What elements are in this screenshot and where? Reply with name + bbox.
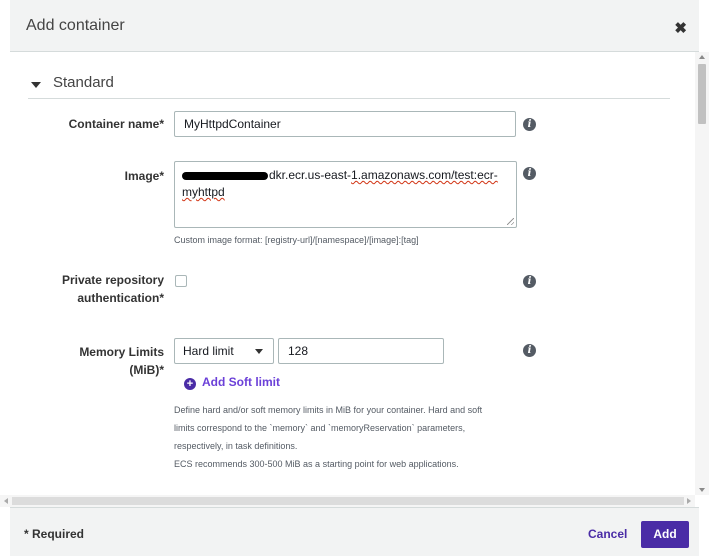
redacted-block — [182, 171, 268, 180]
private-repo-checkbox[interactable] — [175, 275, 187, 287]
memory-help-line3: respectively, in task definitions. — [174, 441, 298, 451]
arrow-down-icon[interactable] — [699, 488, 705, 492]
section-header-standard[interactable]: Standard — [28, 72, 670, 99]
memory-help-line4: ECS recommends 300-500 MiB as a starting… — [174, 459, 459, 469]
add-soft-limit-link[interactable]: + Add Soft limit — [184, 375, 280, 390]
info-icon[interactable]: i — [523, 275, 536, 288]
dialog-title: Add container — [26, 17, 125, 34]
add-soft-limit-label: Add Soft limit — [202, 375, 280, 389]
memory-limits-label-line2: (MiB)* — [129, 363, 164, 377]
image-label: Image* — [124, 169, 164, 183]
vertical-scroll-thumb[interactable] — [698, 64, 706, 124]
close-icon[interactable]: ✖ — [674, 19, 687, 37]
private-repo-label-line1: Private repository — [61, 273, 164, 287]
horizontal-scrollbar[interactable] — [0, 495, 695, 507]
add-button[interactable]: Add — [641, 521, 689, 548]
limit-type-value: Hard limit — [183, 344, 234, 358]
required-note: * Required — [24, 527, 85, 541]
image-help-text: Custom image format: [registry-url]/[nam… — [174, 235, 419, 245]
info-icon[interactable]: i — [523, 118, 536, 131]
resize-grip-icon[interactable] — [507, 218, 514, 225]
add-container-dialog: Add container ✖ Standard Container name*… — [0, 0, 709, 556]
arrow-left-icon[interactable] — [4, 498, 8, 504]
dialog-header: Add container ✖ — [10, 0, 699, 52]
horizontal-scroll-thumb[interactable] — [12, 497, 684, 505]
arrow-right-icon[interactable] — [687, 498, 691, 504]
memory-value-input[interactable]: 128 — [278, 338, 444, 364]
info-icon[interactable]: i — [523, 167, 536, 180]
cancel-button[interactable]: Cancel — [588, 527, 627, 541]
image-value-part2: 1.amazonaws.com/test:ecr- — [351, 168, 498, 182]
image-value-line2: myhttpd — [182, 185, 225, 199]
memory-help-line2: limits correspond to the `memory` and `m… — [174, 423, 466, 433]
dialog-body: Standard Container name* MyHttpdContaine… — [10, 52, 695, 495]
vertical-scrollbar[interactable] — [695, 52, 709, 495]
dialog-footer: * Required Cancel Add — [10, 507, 699, 556]
container-name-label: Container name* — [68, 117, 164, 131]
memory-help-line1: Define hard and/or soft memory limits in… — [174, 405, 483, 415]
image-value-part1: dkr.ecr.us-east- — [269, 168, 352, 182]
image-value-line1: dkr.ecr.us-east-1.amazonaws.com/test:ecr… — [182, 167, 509, 184]
arrow-up-icon[interactable] — [699, 55, 705, 59]
image-textarea[interactable]: dkr.ecr.us-east-1.amazonaws.com/test:ecr… — [174, 161, 517, 228]
section-title: Standard — [53, 74, 114, 91]
plus-circle-icon: + — [184, 378, 196, 390]
caret-down-icon — [31, 82, 41, 88]
chevron-down-icon — [255, 349, 263, 354]
private-repo-label-line2: authentication* — [77, 291, 164, 305]
info-icon[interactable]: i — [523, 344, 536, 357]
limit-type-select[interactable]: Hard limit — [174, 338, 274, 364]
memory-limits-label-line1: Memory Limits — [79, 345, 164, 359]
container-name-input[interactable]: MyHttpdContainer — [174, 111, 516, 137]
